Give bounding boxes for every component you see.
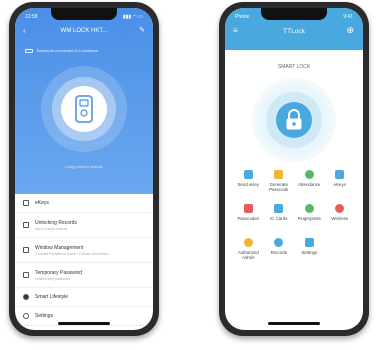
grid-item-ekeys[interactable]: eKeys bbox=[325, 170, 356, 194]
card-icon bbox=[274, 204, 284, 213]
grid-label: Records bbox=[270, 250, 287, 255]
admin-icon bbox=[243, 238, 253, 247]
wireless-icon bbox=[335, 204, 345, 213]
battery-icon bbox=[25, 48, 33, 53]
menu-label: eKeys bbox=[35, 200, 49, 206]
info-text: Bluetooth connected to LockName bbox=[37, 48, 99, 53]
menu-item-ekeys[interactable]: eKeys bbox=[15, 194, 153, 213]
unlock-hint: Long press to unlock bbox=[65, 164, 103, 169]
grid-item-ic-cards[interactable]: IC Cards bbox=[264, 204, 295, 228]
left-screen: 12:58 ▮▮▮ ◠ ▭ ‹ WM LOCK HKT... ✎ Bluetoo… bbox=[15, 8, 153, 330]
add-icon[interactable]: ⊕ bbox=[346, 25, 354, 36]
left-phone: 12:58 ▮▮▮ ◠ ▭ ‹ WM LOCK HKT... ✎ Bluetoo… bbox=[9, 2, 159, 336]
menu-list: eKeys Unlocking Records lap to unlock re… bbox=[15, 194, 153, 326]
feature-grid: Send eKey Generate Passcode Attendance e… bbox=[233, 170, 355, 262]
app-title: TTLock bbox=[283, 28, 305, 35]
grid-item-records[interactable]: Records bbox=[264, 238, 295, 262]
right-phone: Phone 9:41 ≡ TTLock ⊕ SMART LOCK Send eK… bbox=[219, 2, 369, 336]
menu-label: Smart Lifestyle bbox=[35, 294, 69, 300]
unlock-button[interactable] bbox=[41, 66, 127, 152]
tools-icon bbox=[23, 200, 29, 206]
status-time: 12:58 bbox=[25, 14, 38, 20]
menu-item-window[interactable]: Window Management 2 modes Residence mode… bbox=[15, 238, 153, 263]
grid-label: Authorized Admin bbox=[237, 250, 259, 261]
menu-label: Window Management bbox=[35, 244, 84, 251]
unlock-ring bbox=[266, 92, 322, 148]
battery-info: Bluetooth connected to LockName bbox=[25, 48, 143, 53]
menu-item-lifestyle[interactable]: Smart Lifestyle bbox=[15, 288, 153, 307]
menu-label: Temporary Password bbox=[35, 269, 82, 276]
menu-label: Settings bbox=[35, 313, 54, 319]
grid-item-authorized-admin[interactable]: Authorized Admin bbox=[233, 238, 264, 262]
gear-icon bbox=[304, 238, 314, 247]
toggle-icon bbox=[23, 294, 29, 300]
grid-label: Attendance bbox=[298, 182, 321, 187]
grid-item-send-ekey[interactable]: Send eKey bbox=[233, 170, 264, 194]
passcodes-icon bbox=[243, 204, 253, 213]
grid-item-attendance[interactable]: Attendance bbox=[294, 170, 325, 194]
grid-item-passcodes[interactable]: Passcodes bbox=[233, 204, 264, 228]
stage: 12:58 ▮▮▮ ◠ ▭ ‹ WM LOCK HKT... ✎ Bluetoo… bbox=[0, 0, 378, 350]
records-icon bbox=[23, 222, 29, 228]
menu-sub: lap to unlock records bbox=[35, 226, 68, 231]
grid-label: Fingerprints bbox=[297, 216, 321, 221]
lock-icon bbox=[61, 86, 107, 132]
menu-sub: 2 modes Residence mode / 2 Mode informat… bbox=[35, 251, 109, 256]
records-icon bbox=[274, 238, 284, 247]
grid-label: IC Cards bbox=[270, 216, 288, 221]
unlock-button[interactable] bbox=[252, 78, 336, 162]
page-title: WM LOCK HKT... bbox=[60, 28, 108, 34]
grid-item-fingerprints[interactable]: Fingerprints bbox=[294, 204, 325, 228]
lock-name: SMART LOCK bbox=[277, 64, 311, 70]
menu-item-password[interactable]: Temporary Password Limited-time password bbox=[15, 263, 153, 288]
grid-label: Generate Passcode bbox=[269, 182, 289, 193]
grid-item-generate-passcode[interactable]: Generate Passcode bbox=[264, 170, 295, 194]
grid-label: Wireless bbox=[331, 216, 349, 221]
status-icons: ▮▮▮ ◠ ▭ bbox=[122, 14, 143, 20]
grid-label: Send eKey bbox=[237, 182, 259, 187]
carrier: Phone bbox=[235, 14, 250, 20]
status-time: 9:41 bbox=[343, 14, 353, 20]
home-indicator[interactable] bbox=[58, 322, 110, 325]
gear-icon bbox=[23, 313, 29, 319]
grid-label: eKeys bbox=[333, 182, 346, 187]
mode-icon bbox=[23, 247, 29, 253]
menu-item-records[interactable]: Unlocking Records lap to unlock records bbox=[15, 213, 153, 238]
home-indicator[interactable] bbox=[268, 322, 320, 325]
ekeys-icon bbox=[335, 170, 345, 179]
unlock-ring bbox=[52, 77, 116, 141]
grid-label: Passcodes bbox=[237, 216, 259, 221]
notch bbox=[51, 8, 117, 20]
menu-label: Unlocking Records bbox=[35, 219, 77, 226]
notch bbox=[261, 8, 327, 20]
menu-sub: Limited-time password bbox=[35, 276, 71, 281]
fingerprint-icon bbox=[304, 204, 314, 213]
grid-label: Settings bbox=[301, 250, 318, 255]
grid-item-wireless[interactable]: Wireless bbox=[325, 204, 356, 228]
send-ekey-icon bbox=[243, 170, 253, 179]
passcode-icon bbox=[274, 170, 284, 179]
password-icon bbox=[23, 272, 29, 278]
grid-item-settings[interactable]: Settings bbox=[294, 238, 325, 262]
edit-icon[interactable]: ✎ bbox=[139, 26, 145, 34]
lock-header: ‹ WM LOCK HKT... ✎ Bluetooth connected t… bbox=[15, 8, 153, 194]
right-screen: Phone 9:41 ≡ TTLock ⊕ SMART LOCK Send eK… bbox=[225, 8, 363, 330]
padlock-icon bbox=[276, 102, 312, 138]
attendance-icon bbox=[304, 170, 314, 179]
